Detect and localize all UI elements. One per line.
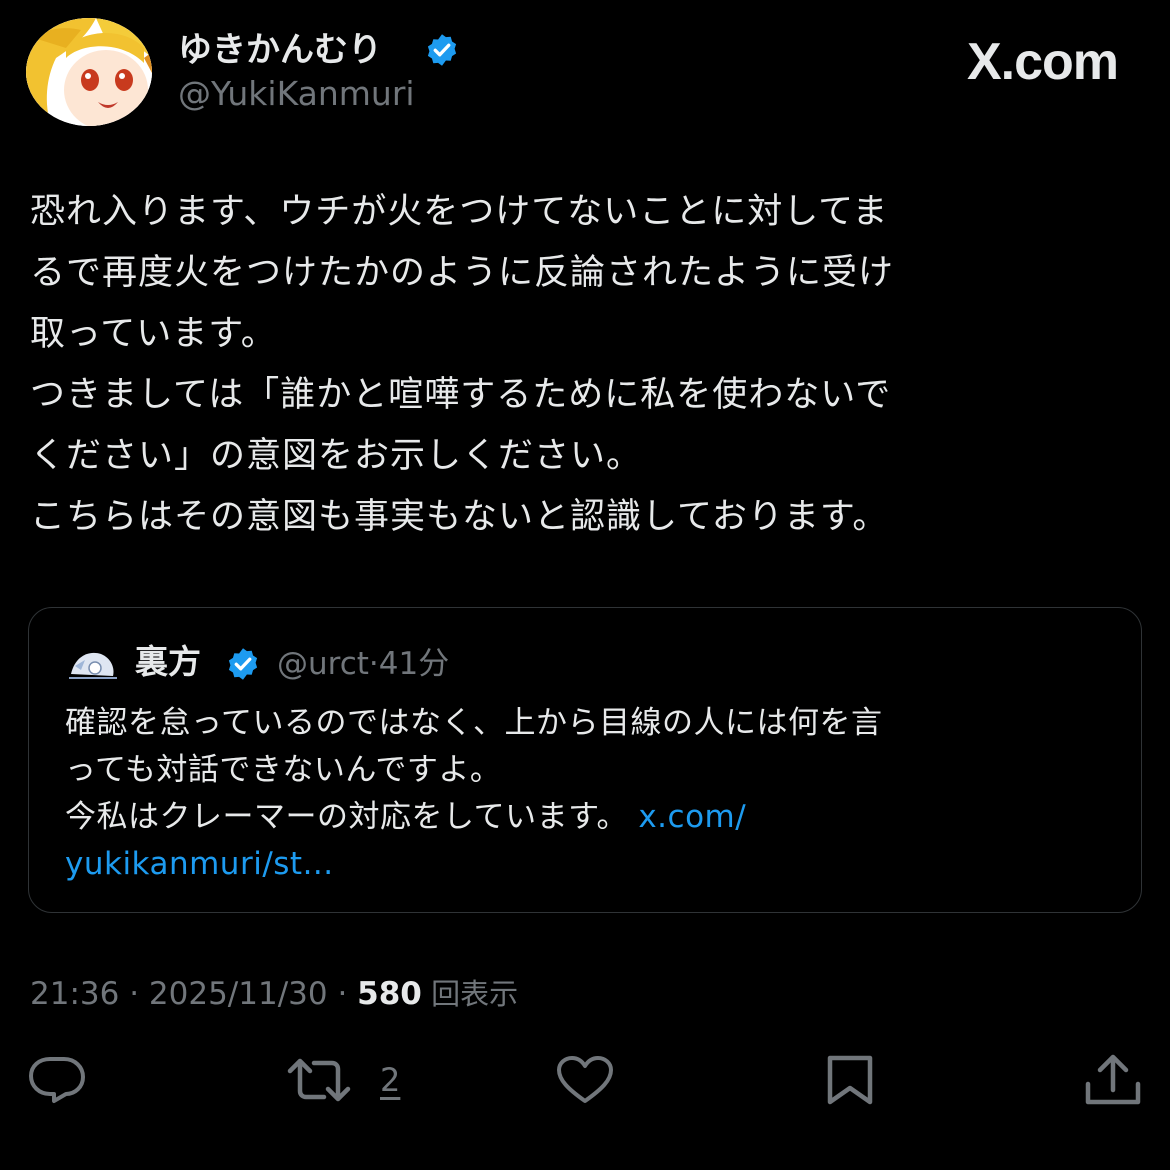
author-handle[interactable]: @YukiKanmuri — [178, 74, 415, 114]
reply-icon — [29, 1057, 85, 1103]
author-avatar[interactable] — [26, 18, 152, 126]
share-button[interactable] — [1084, 1050, 1142, 1110]
reply-button[interactable] — [28, 1050, 86, 1110]
quote-author-avatar[interactable] — [65, 636, 121, 692]
quote-text-line: っても対話できないんですよ。 — [65, 752, 502, 788]
meta-separator: · — [119, 976, 149, 1012]
quote-author-name[interactable]: 裏方 — [135, 640, 201, 684]
quote-author-handle[interactable]: @urct — [277, 646, 369, 682]
bookmark-button[interactable] — [826, 1050, 874, 1110]
avatar-illustration — [26, 18, 152, 126]
quote-link-continuation[interactable]: yukikanmuri/st... — [65, 841, 1115, 888]
retweet-count[interactable]: 2 — [380, 1061, 400, 1099]
quote-meta: @urct·41分 — [277, 642, 449, 686]
tweet-date[interactable]: 2025/11/30 — [149, 976, 328, 1012]
tweet-text: 恐れ入ります、ウチが火をつけてないことに対してま るで再度火をつけたかのように反… — [30, 192, 895, 537]
tweet-timestamp: 21:36 · 2025/11/30 · 580 回表示 — [30, 974, 518, 1014]
quote-text-line: 確認を怠っているのではなく、上から目線の人には何を言 — [65, 705, 883, 741]
verified-badge-icon — [228, 648, 258, 680]
views-count: 580 — [357, 976, 422, 1012]
bookmark-icon — [827, 1055, 873, 1105]
author-display-name[interactable]: ゆきかんむり — [178, 30, 382, 70]
verified-badge-icon — [427, 34, 457, 66]
quote-meta-separator: · — [368, 646, 379, 682]
x-brand-logo: X.com — [966, 33, 1119, 91]
quote-text-segment: 今私はクレーマーの対応をしています。 — [65, 799, 639, 835]
views-label: 回表示 — [421, 977, 519, 1011]
meta-separator: · — [327, 976, 358, 1012]
quote-text-line: 今私はクレーマーの対応をしています。 x.com/ — [65, 794, 1115, 841]
quoted-tweet-card[interactable]: 裏方 @urct·41分 確認を怠っているのではなく、上から目線の人には何を言 … — [28, 607, 1142, 913]
retweet-icon — [287, 1058, 351, 1102]
retweet-button[interactable]: 2 — [286, 1050, 400, 1110]
like-button[interactable] — [556, 1050, 614, 1110]
quote-link[interactable]: x.com/ — [638, 799, 746, 835]
like-icon — [557, 1056, 613, 1103]
share-icon — [1085, 1054, 1141, 1105]
tweet-time[interactable]: 21:36 — [30, 976, 119, 1012]
quote-text: 確認を怠っているのではなく、上から目線の人には何を言 っても対話できないんですよ… — [65, 700, 1115, 888]
quote-relative-time[interactable]: 41分 — [379, 646, 449, 682]
